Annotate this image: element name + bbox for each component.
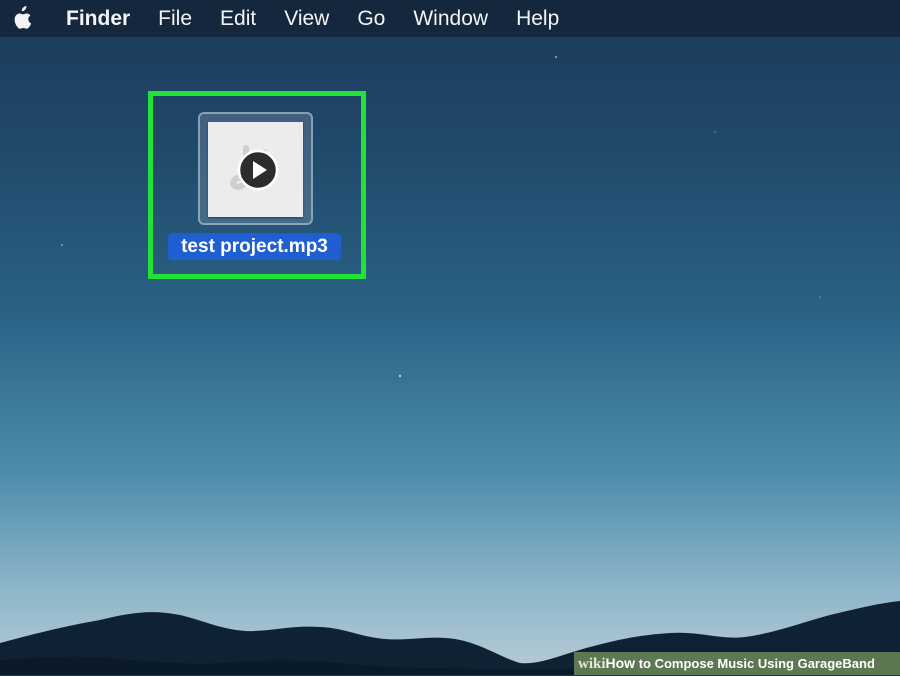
watermark-brand-prefix: wiki — [578, 656, 606, 672]
file-icon-container[interactable] — [198, 112, 313, 225]
file-name-label[interactable]: test project.mp3 — [168, 233, 341, 260]
menu-help[interactable]: Help — [502, 0, 573, 37]
menu-file[interactable]: File — [144, 0, 206, 37]
menu-go[interactable]: Go — [343, 0, 399, 37]
apple-logo-icon[interactable] — [10, 0, 42, 37]
menu-edit[interactable]: Edit — [206, 0, 270, 37]
menu-view[interactable]: View — [270, 0, 343, 37]
watermark-brand-how: How — [605, 655, 636, 671]
menu-bar: Finder File Edit View Go Window Help — [0, 0, 900, 37]
watermark-title: to Compose Music Using GarageBand — [635, 656, 875, 671]
wikihow-watermark: wikiHow to Compose Music Using GarageBan… — [574, 652, 900, 675]
audio-file-document — [208, 122, 303, 217]
desktop[interactable]: test project.mp3 — [0, 37, 900, 675]
menu-finder[interactable]: Finder — [42, 0, 144, 37]
audio-file-play-icon — [230, 145, 279, 191]
menu-window[interactable]: Window — [399, 0, 502, 37]
